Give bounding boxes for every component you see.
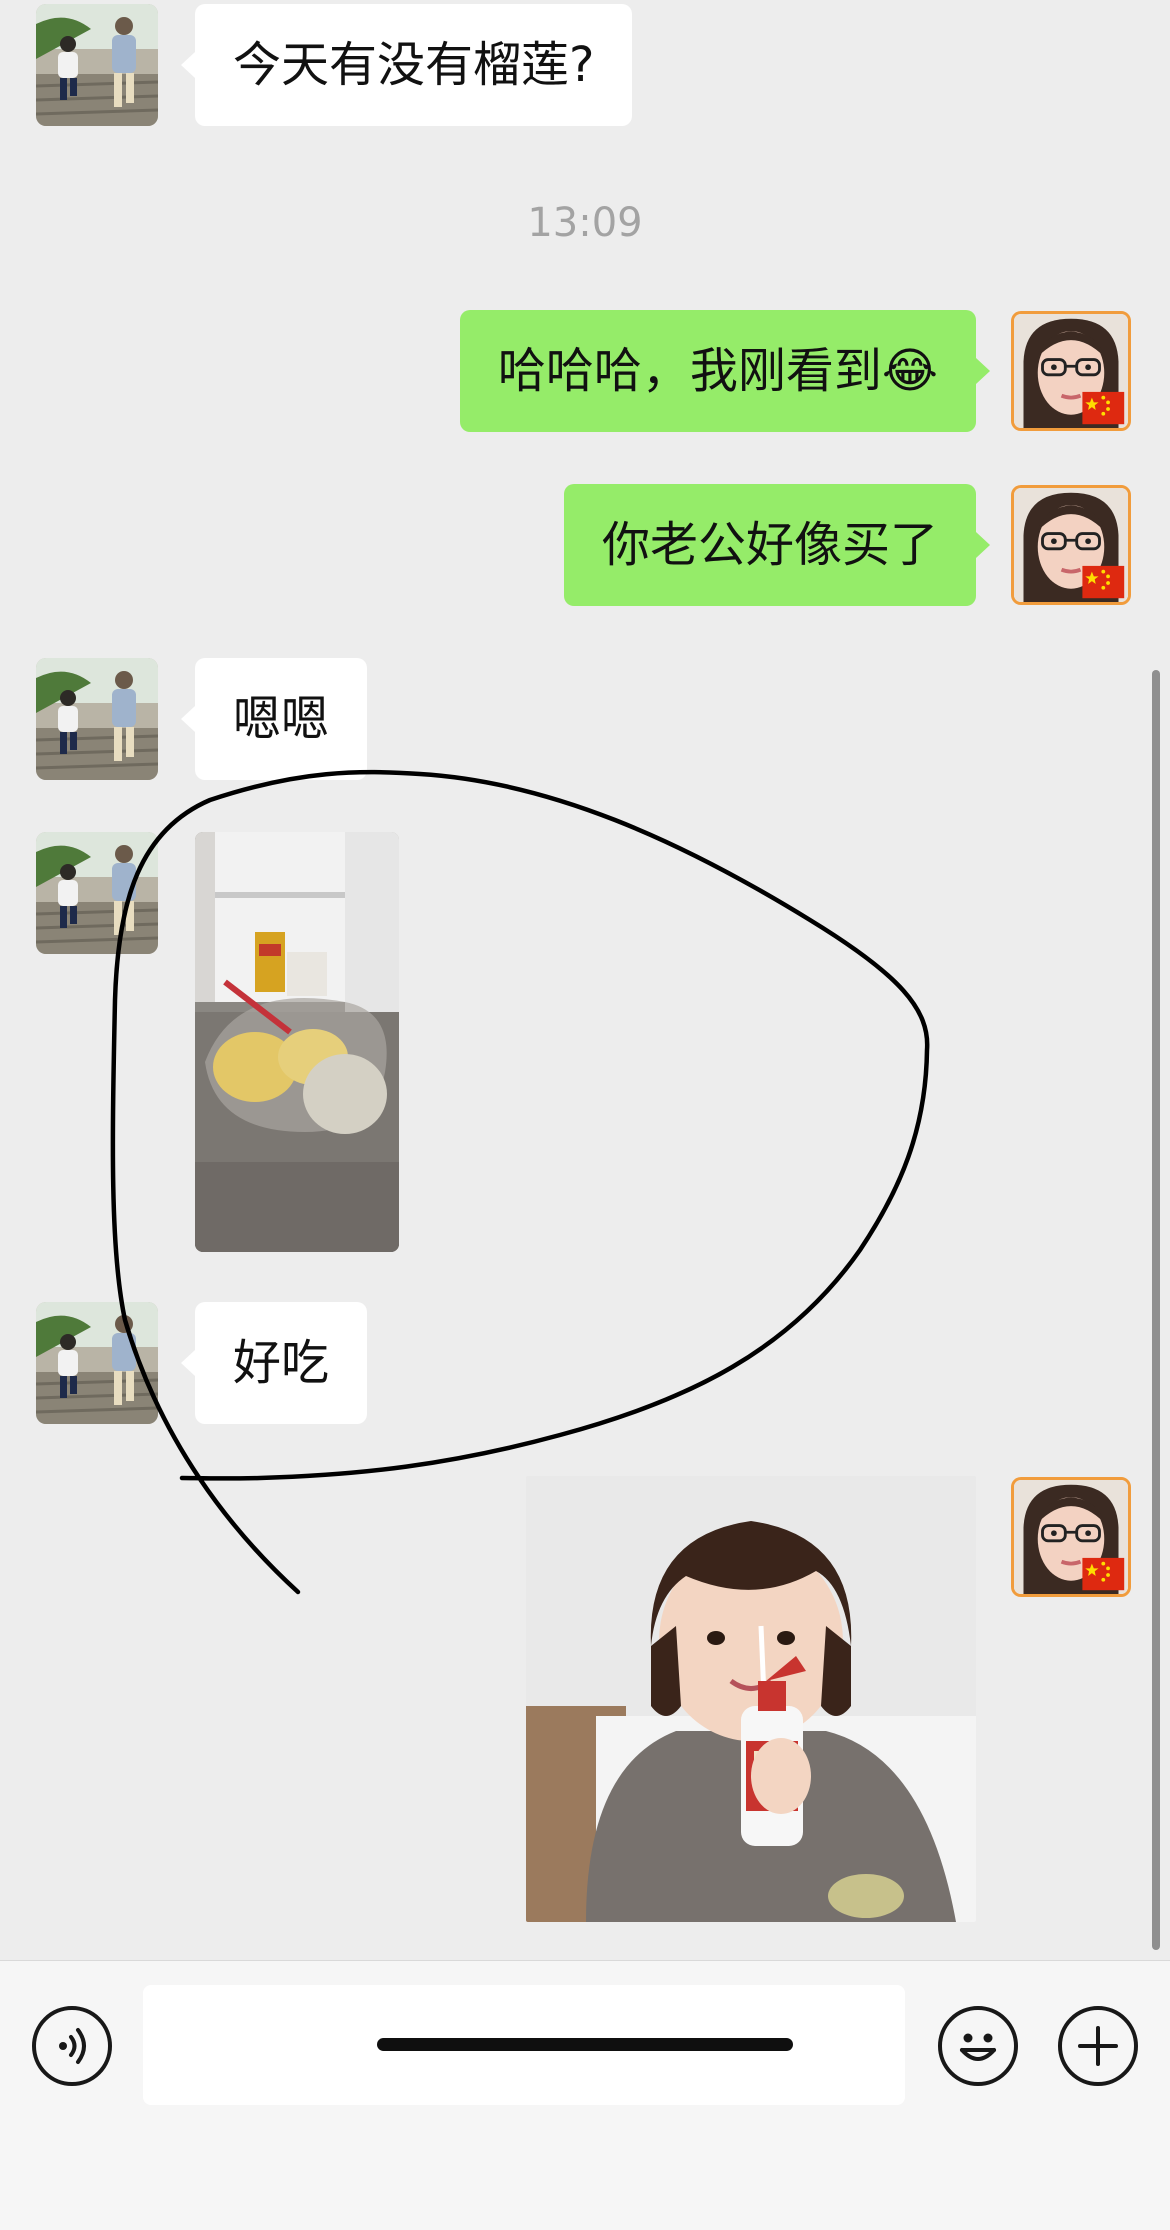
plus-icon [1078, 2026, 1118, 2066]
contact-avatar[interactable] [36, 4, 158, 126]
girl-with-bottle-sticker[interactable] [526, 1476, 976, 1922]
message-bubble[interactable]: 嗯嗯 [180, 658, 368, 780]
home-indicator[interactable] [377, 2038, 793, 2051]
voice-icon [59, 2028, 86, 2064]
my-avatar[interactable] [1011, 311, 1131, 431]
emoji-button[interactable] [938, 2006, 1018, 2086]
durian-photo-icon [195, 832, 399, 1252]
my-avatar[interactable] [1011, 485, 1131, 605]
chat-screen: 今天有没有榴莲? 13:09 哈哈哈，我刚看到😂 你老公好像买了 嗯嗯 好吃 [0, 0, 1170, 2230]
my-avatar[interactable] [1011, 1477, 1131, 1597]
input-bar [0, 1960, 1170, 2230]
tears-of-joy-icon: 😂 [881, 343, 938, 399]
walking-kids-icon [36, 658, 158, 780]
message-bubble[interactable]: 哈哈哈，我刚看到😂 [459, 310, 991, 432]
scrollbar[interactable] [1152, 670, 1160, 1950]
selfie-face-icon [1014, 1480, 1128, 1594]
message-bubble[interactable]: 今天有没有榴莲? [180, 4, 633, 126]
message-text: 今天有没有榴莲? [233, 37, 595, 93]
smile-icon [960, 2033, 996, 2061]
walking-kids-icon [36, 1302, 158, 1424]
contact-avatar[interactable] [36, 1302, 158, 1424]
message-timestamp: 13:09 [527, 200, 643, 246]
message-bubble[interactable]: 你老公好像买了 [563, 484, 991, 606]
message-list[interactable]: 今天有没有榴莲? 13:09 哈哈哈，我刚看到😂 你老公好像买了 嗯嗯 好吃 [0, 0, 1170, 1958]
selfie-face-icon [1014, 488, 1128, 602]
selfie-face-icon [1014, 314, 1128, 428]
durian-photo[interactable] [195, 832, 399, 1252]
contact-avatar[interactable] [36, 658, 158, 780]
voice-button[interactable] [32, 2006, 112, 2086]
message-bubble[interactable]: 好吃 [180, 1302, 368, 1424]
contact-avatar[interactable] [36, 832, 158, 954]
message-text: 你老公好像买了 [601, 517, 938, 573]
message-text: 好吃 [233, 1335, 330, 1391]
walking-kids-icon [36, 832, 158, 954]
girl-with-bottle-icon [526, 1476, 976, 1922]
more-button[interactable] [1058, 2006, 1138, 2086]
message-text: 嗯嗯 [233, 691, 330, 747]
message-text: 哈哈哈，我刚看到 [497, 343, 882, 399]
walking-kids-icon [36, 4, 158, 126]
